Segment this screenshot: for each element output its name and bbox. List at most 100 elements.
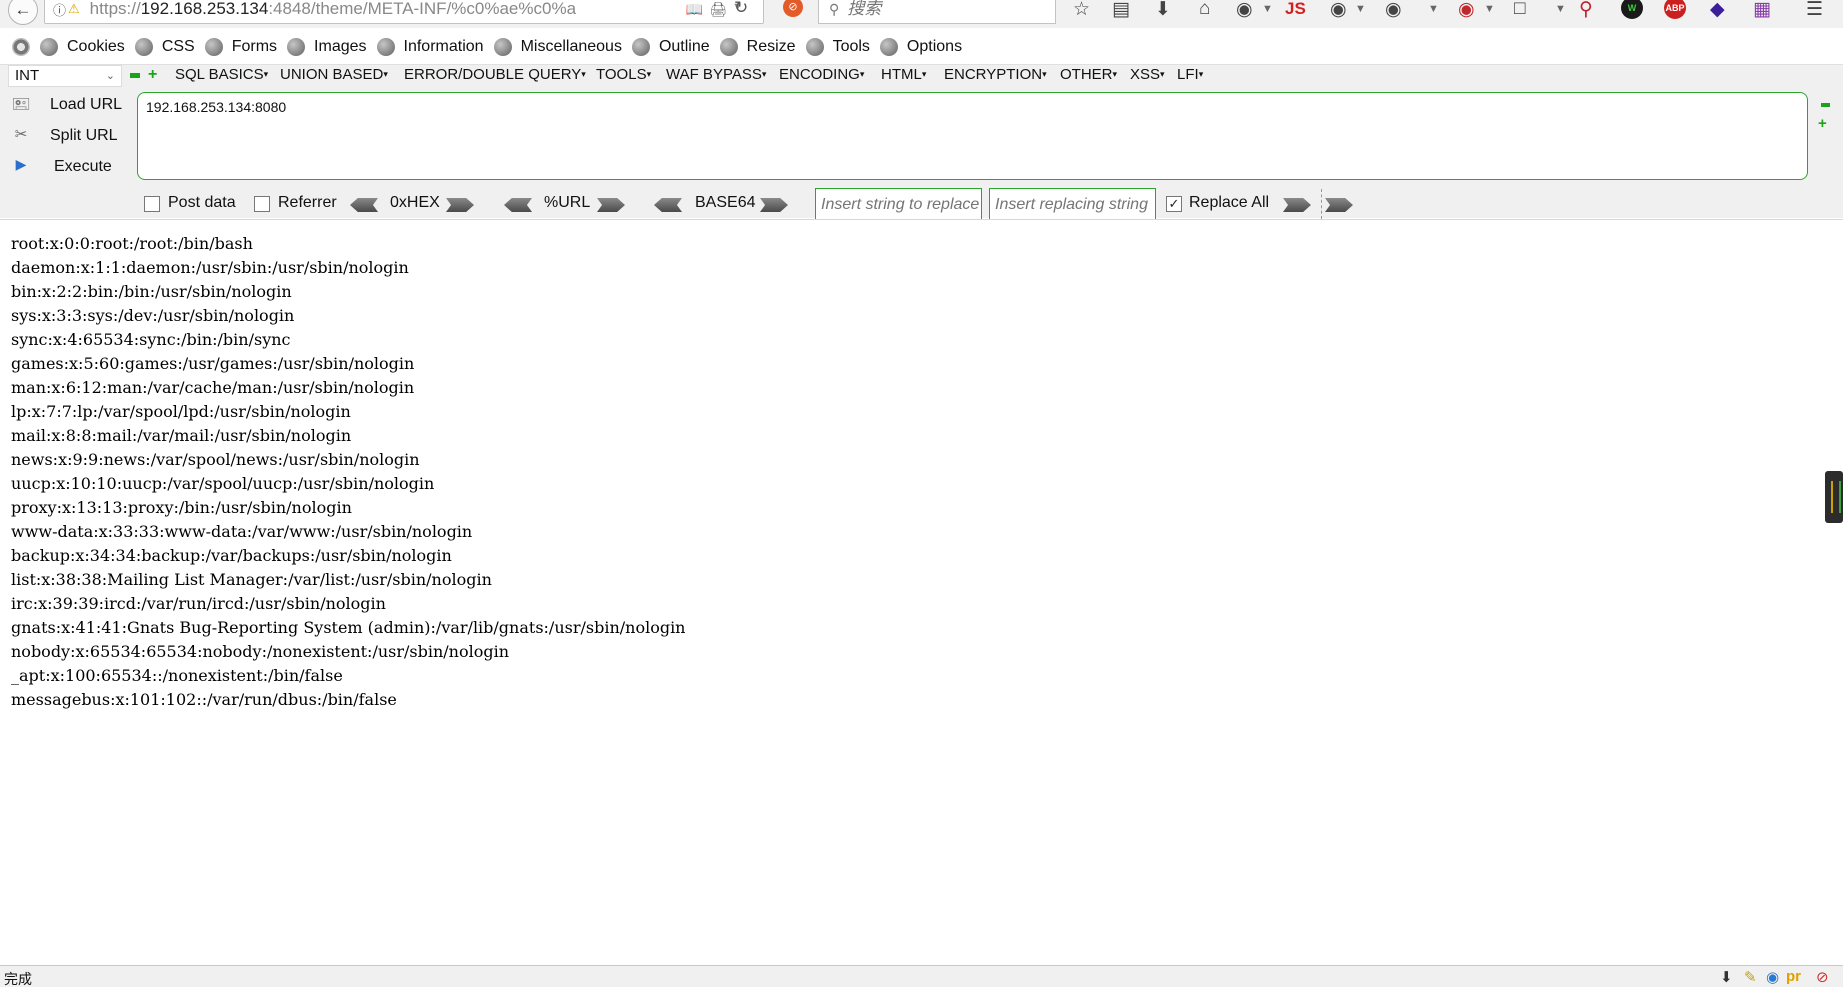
url-text[interactable]: https://192.168.253.134:4848/theme/META-… bbox=[90, 0, 620, 19]
layers-icon[interactable]: ◆ bbox=[1710, 0, 1725, 21]
reload-icon[interactable]: ↻ bbox=[734, 0, 748, 18]
passwd-line: irc:x:39:39:ircd:/var/run/ircd:/usr/sbin… bbox=[11, 594, 386, 613]
base64-decode-arrow-icon[interactable] bbox=[654, 198, 682, 212]
reader-view-icon[interactable]: 📖 bbox=[686, 1, 703, 18]
back-button[interactable]: ← bbox=[8, 0, 38, 25]
passwd-line: www-data:x:33:33:www-data:/var/www:/usr/… bbox=[11, 522, 473, 541]
menu-sql-basics[interactable]: SQL BASICS▾ bbox=[175, 66, 268, 83]
expand-icon[interactable]: + bbox=[1818, 115, 1827, 132]
download-icon[interactable]: ⬇ bbox=[1720, 968, 1733, 986]
menu-xss[interactable]: XSS▾ bbox=[1130, 66, 1165, 83]
info-icon[interactable]: ⓘ bbox=[53, 0, 66, 19]
cookie-icon[interactable]: ◉ bbox=[1385, 0, 1402, 21]
url-encode-arrow-icon[interactable] bbox=[597, 198, 625, 212]
hex-encode-arrow-icon[interactable] bbox=[446, 198, 474, 212]
type-select[interactable]: INT ⌄ bbox=[8, 65, 122, 87]
base64-encode-arrow-icon[interactable] bbox=[760, 198, 788, 212]
replace-execute-arrow-icon[interactable] bbox=[1325, 198, 1353, 212]
menu-item-css[interactable]: CSS bbox=[134, 38, 195, 56]
split-url-button[interactable]: ✂ Split URL bbox=[10, 124, 118, 148]
url-decode-arrow-icon[interactable] bbox=[504, 198, 532, 212]
download-icon[interactable]: ⬇ bbox=[1155, 0, 1171, 21]
chevron-down-icon[interactable]: ▼ bbox=[1484, 3, 1495, 15]
url-encode-label: %URL bbox=[544, 194, 591, 211]
home-icon[interactable]: ⌂ bbox=[1199, 0, 1210, 20]
referrer-label: Referrer bbox=[278, 194, 337, 211]
menu-html[interactable]: HTML▾ bbox=[881, 66, 926, 83]
window-resize-icon[interactable]: □ bbox=[1514, 0, 1525, 20]
chevron-down-icon[interactable]: ▼ bbox=[1555, 3, 1566, 15]
menu-item-tools[interactable]: Tools bbox=[805, 38, 870, 56]
menu-encryption[interactable]: ENCRYPTION▾ bbox=[944, 66, 1047, 83]
replace-all-checkbox[interactable]: ✓ bbox=[1166, 196, 1182, 212]
screenshot-icon[interactable]: 🖨 bbox=[709, 1, 727, 18]
menu-item-forms[interactable]: Forms bbox=[204, 38, 277, 56]
search-box[interactable]: ⚲ bbox=[818, 0, 1056, 24]
pagerank-icon[interactable]: pr bbox=[1786, 968, 1801, 985]
globe-icon bbox=[879, 38, 898, 56]
url-bar[interactable]: ⓘ ⚠ https://192.168.253.134:4848/theme/M… bbox=[44, 0, 764, 24]
menu-error-double-query[interactable]: ERROR/DOUBLE QUERY▾ bbox=[404, 66, 586, 83]
menu-hamburger-icon[interactable]: ☰ bbox=[1806, 0, 1823, 21]
passwd-line: gnats:x:41:41:Gnats Bug-Reporting System… bbox=[11, 618, 686, 637]
passwd-line: messagebus:x:101:102::/var/run/dbus:/bin… bbox=[11, 690, 397, 709]
hackbar-panel: INT ⌄ + SQL BASICS▾ UNION BASED▾ ERROR/DO… bbox=[0, 64, 1843, 222]
separator bbox=[1321, 189, 1322, 219]
globe-icon bbox=[134, 38, 153, 56]
passwd-line: root:x:0:0:root:/root:/bin/bash bbox=[11, 234, 253, 253]
menu-waf-bypass[interactable]: WAF BYPASS▾ bbox=[666, 66, 766, 83]
referrer-checkbox[interactable] bbox=[254, 196, 270, 212]
load-url-button[interactable]: 🖭 Load URL bbox=[10, 93, 122, 117]
menu-tools[interactable]: TOOLS▾ bbox=[596, 66, 651, 83]
menu-item-options[interactable]: Options bbox=[879, 38, 962, 56]
back-arrow-icon: ← bbox=[14, 0, 32, 19]
menu-item-images[interactable]: Images bbox=[287, 38, 367, 56]
chevron-down-icon[interactable]: ▼ bbox=[1262, 3, 1273, 15]
extension-icon[interactable]: ▦ bbox=[1753, 0, 1771, 21]
shrink-icon[interactable] bbox=[1821, 103, 1830, 107]
menu-lfi[interactable]: LFI▾ bbox=[1177, 66, 1203, 83]
side-scroll-widget[interactable] bbox=[1825, 471, 1843, 523]
globe-icon bbox=[376, 38, 395, 56]
note-icon[interactable]: ✎ bbox=[1744, 968, 1757, 986]
menu-encoding[interactable]: ENCODING▾ bbox=[779, 66, 864, 83]
library-icon[interactable]: ▤ bbox=[1112, 0, 1130, 21]
menu-item-information[interactable]: Information bbox=[376, 38, 484, 56]
web-search-icon[interactable]: ⚲ bbox=[1579, 0, 1593, 21]
increment-icon[interactable]: + bbox=[148, 66, 157, 84]
js-toggle-icon[interactable]: JS bbox=[1285, 0, 1306, 19]
replace-string-input[interactable] bbox=[815, 188, 982, 222]
chevron-down-icon[interactable]: ▼ bbox=[1428, 3, 1439, 15]
replace-forward-arrow-icon[interactable] bbox=[1283, 198, 1311, 212]
adblock-icon[interactable]: ABP bbox=[1664, 0, 1686, 19]
menu-union-based[interactable]: UNION BASED▾ bbox=[280, 66, 388, 83]
decrement-icon[interactable] bbox=[130, 73, 140, 78]
proxy-globe-icon[interactable]: ◉ bbox=[1330, 0, 1347, 21]
menu-item-outline[interactable]: Outline bbox=[631, 38, 710, 56]
hackbar-url-input[interactable] bbox=[137, 92, 1808, 180]
settings-gear-icon[interactable] bbox=[12, 38, 30, 56]
wot-icon[interactable]: W bbox=[1621, 0, 1643, 19]
status-bar: 完成 ⬇ ✎ ◉ pr ⊘ bbox=[0, 965, 1843, 987]
chevron-down-icon[interactable]: ▼ bbox=[1355, 3, 1366, 15]
warning-lock-icon[interactable]: ⚠ bbox=[68, 1, 80, 17]
passwd-line: lp:x:7:7:lp:/var/spool/lpd:/usr/sbin/nol… bbox=[11, 402, 351, 421]
bookmark-star-icon[interactable]: ☆ bbox=[1073, 0, 1090, 21]
globe-menu-icon[interactable]: ◉ bbox=[1236, 0, 1253, 21]
hex-decode-arrow-icon[interactable] bbox=[350, 198, 378, 212]
execute-button[interactable]: ▶ Execute bbox=[10, 155, 112, 179]
menu-item-resize[interactable]: Resize bbox=[719, 38, 796, 56]
post-data-checkbox[interactable] bbox=[144, 196, 160, 212]
menu-item-cookies[interactable]: Cookies bbox=[40, 38, 125, 56]
menu-other[interactable]: OTHER▾ bbox=[1060, 66, 1117, 83]
replacing-string-input[interactable] bbox=[989, 188, 1156, 222]
noscript-icon[interactable]: ⊘ bbox=[783, 0, 803, 17]
menu-item-miscellaneous[interactable]: Miscellaneous bbox=[493, 38, 622, 56]
noscript-status-icon[interactable]: ⊘ bbox=[1816, 968, 1829, 986]
passwd-line: sys:x:3:3:sys:/dev:/usr/sbin/nologin bbox=[11, 306, 295, 325]
page-content: root:x:0:0:root:/root:/bin/bash daemon:x:… bbox=[0, 219, 1843, 965]
globe-icon[interactable]: ◉ bbox=[1766, 968, 1779, 986]
user-agent-icon[interactable]: ◉ bbox=[1458, 0, 1475, 21]
navigation-toolbar: ← ⓘ ⚠ https://192.168.253.134:4848/theme… bbox=[0, 0, 1843, 28]
search-input[interactable] bbox=[847, 0, 1048, 19]
